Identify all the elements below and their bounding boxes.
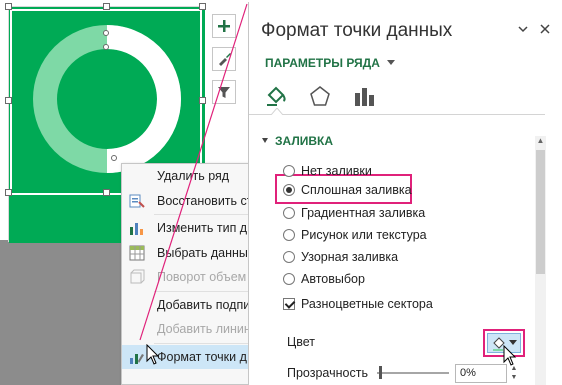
pentagon-icon <box>310 86 330 106</box>
pane-scrollbar[interactable]: ▲ <box>535 136 546 385</box>
context-menu: Удалить ряд Восстановить ст Изменить тип… <box>121 163 262 385</box>
pane-title: Формат точки данных <box>261 20 453 41</box>
menu-item-label: Формат точки д <box>157 349 247 364</box>
transparency-slider-thumb[interactable] <box>379 366 382 379</box>
checkbox[interactable] <box>283 298 295 310</box>
fill-section-header[interactable]: ЗАЛИВКА <box>261 134 333 148</box>
transparency-input[interactable]: 0% <box>455 364 507 383</box>
menu-item-add-trendline: Добавить линин <box>122 317 261 342</box>
radio-button[interactable] <box>283 273 295 285</box>
radio-label: Узорная заливка <box>301 250 399 264</box>
menu-item-3d-rotation: Поворот объем <box>122 265 261 290</box>
paint-bucket-icon <box>267 86 286 106</box>
radio-button[interactable] <box>283 229 295 241</box>
menu-item-select-data[interactable]: Выбрать данные <box>122 241 261 266</box>
chart-styles-button[interactable] <box>212 47 236 71</box>
menu-item-label: Изменить тип ди <box>157 221 255 236</box>
menu-item-change-chart-type[interactable]: Изменить тип ди <box>122 216 261 241</box>
radio-solid-fill[interactable]: Сплошная заливка <box>283 183 412 197</box>
radio-label: Нет заливки <box>301 164 372 178</box>
menu-item-label: Поворот объем <box>157 270 247 285</box>
point-handle[interactable] <box>111 155 117 161</box>
menu-separator <box>154 290 261 292</box>
radio-label: Автовыбор <box>301 272 365 286</box>
chevron-down-icon <box>518 26 528 33</box>
selection-handle[interactable] <box>103 3 110 10</box>
radio-button[interactable] <box>283 165 295 177</box>
menu-item-label: Добавить линин <box>157 322 251 337</box>
radio-gradient-fill[interactable]: Градиентная заливка <box>283 206 425 220</box>
menu-item-delete-series[interactable]: Удалить ряд <box>122 164 261 189</box>
checkbox-label: Разноцветные сектора <box>301 297 433 311</box>
chart-elements-button[interactable] <box>212 14 236 38</box>
menu-item-reset-style[interactable]: Восстановить ст <box>122 189 261 214</box>
menu-item-add-labels[interactable]: Добавить подпи <box>122 293 261 318</box>
selection-handle[interactable] <box>103 189 110 196</box>
radio-button[interactable] <box>283 207 295 219</box>
radio-label: Рисунок или текстура <box>301 228 427 242</box>
brush-icon <box>219 53 231 66</box>
menu-item-label: Восстановить ст <box>157 193 253 208</box>
menu-item-label: Удалить ряд <box>157 169 230 184</box>
pane-close-button[interactable] <box>537 22 553 38</box>
close-icon <box>540 24 550 34</box>
point-handle[interactable] <box>103 30 109 36</box>
tab-pointer-icon <box>271 108 283 115</box>
scroll-thumb[interactable] <box>536 150 545 274</box>
bar-chart-icon <box>355 88 374 106</box>
pane-options-button[interactable] <box>515 22 531 38</box>
rotation-3d-icon <box>130 269 145 284</box>
selection-handle[interactable] <box>5 189 12 196</box>
chart-filters-button[interactable] <box>212 80 236 104</box>
mouse-cursor-icon <box>146 344 160 365</box>
format-point-icon <box>130 353 144 364</box>
checkbox-vary-colors[interactable]: Разноцветные сектора <box>283 297 433 311</box>
chart-type-icon <box>130 223 143 235</box>
reset-style-icon <box>129 194 145 208</box>
scroll-up-icon[interactable]: ▲ <box>535 136 546 148</box>
series-options-dropdown[interactable]: ПАРАМЕТРЫ РЯДА <box>265 56 396 70</box>
selection-handle[interactable] <box>199 97 206 104</box>
radio-picture-fill[interactable]: Рисунок или текстура <box>283 228 427 242</box>
selection-handle[interactable] <box>5 3 12 10</box>
radio-label: Градиентная заливка <box>301 206 426 220</box>
caret-down-icon <box>386 60 395 65</box>
pane-category-tabs <box>263 82 377 110</box>
radio-automatic-fill[interactable]: Автовыбор <box>283 272 365 286</box>
plus-icon <box>218 20 230 32</box>
select-data-icon <box>129 245 145 260</box>
expand-triangle-icon <box>262 138 268 143</box>
transparency-label: Прозрачность <box>287 366 368 380</box>
menu-separator <box>154 342 261 344</box>
tab-fill-line[interactable] <box>263 82 289 110</box>
tab-effects[interactable] <box>307 82 333 110</box>
point-handle[interactable] <box>103 44 109 50</box>
radio-label: Сплошная заливка <box>301 183 412 197</box>
chart-tools <box>212 14 238 113</box>
transparency-spinner[interactable]: ▲ ▼ <box>509 364 519 383</box>
fill-section-label: ЗАЛИВКА <box>275 134 334 148</box>
tab-divider <box>249 114 545 115</box>
radio-no-fill[interactable]: Нет заливки <box>283 164 372 178</box>
radio-pattern-fill[interactable]: Узорная заливка <box>283 250 398 264</box>
format-data-point-pane: Формат точки данных ПАРАМЕТРЫ РЯДА ЗАЛИВ… <box>248 2 562 385</box>
selection-handle[interactable] <box>5 97 12 104</box>
menu-separator <box>154 214 261 215</box>
menu-item-label: Выбрать данные <box>157 245 255 260</box>
selection-handle[interactable] <box>199 3 206 10</box>
menu-item-format-data-point[interactable]: Формат точки д <box>122 344 261 369</box>
color-label: Цвет <box>287 335 316 349</box>
series-options-label: ПАРАМЕТРЫ РЯДА <box>265 56 380 70</box>
radio-button[interactable] <box>283 251 295 263</box>
menu-item-label: Добавить подпи <box>157 297 251 312</box>
filter-icon <box>218 87 230 98</box>
transparency-slider[interactable] <box>377 372 449 374</box>
radio-button[interactable] <box>283 184 295 196</box>
tab-series-options[interactable] <box>351 82 377 110</box>
